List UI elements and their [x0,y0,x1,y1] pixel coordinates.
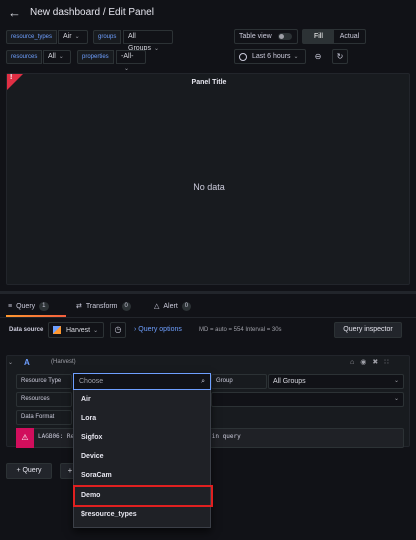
tab-label: Transform [85,302,118,310]
query-letter[interactable]: A [24,358,30,367]
resources-select[interactable]: ⌄ [211,392,404,407]
database-icon: ≡ [8,302,13,310]
pane-splitter[interactable] [0,291,416,294]
no-data-message: No data [193,182,225,192]
tab-alert[interactable]: △ Alert 0 [154,296,192,316]
chevron-down-icon: ⌄ [124,66,130,72]
chevron-down-icon: ⌄ [74,34,80,40]
variable-value: -All- [121,53,134,60]
zoom-out-icon[interactable]: ⊖ [310,49,326,64]
dropdown-option-lora[interactable]: Lora [74,409,210,428]
resource-type-label: Resource Type [16,374,72,389]
tab-query[interactable]: ≡ Query 1 [8,296,49,316]
chevron-down-icon: ⌄ [93,327,99,334]
toggle-switch[interactable] [277,33,292,40]
eye-icon[interactable]: ◉ [360,359,372,366]
dropdown-option-air[interactable]: Air [74,390,210,409]
query-options-toggle[interactable]: › Query options [134,326,182,333]
chevron-down-icon: ⌄ [58,54,64,60]
add-query-button[interactable]: + Query [6,463,52,479]
variable-select-properties[interactable]: -All- ⌄ [116,50,146,72]
chevron-down-icon: ⌄ [153,46,159,52]
warning-icon: ⚠ [16,428,34,448]
search-icon: ⌕ [201,377,205,385]
variable-select-groups[interactable]: All Groups ⌄ [123,30,173,52]
group-select[interactable]: All Groups ⌄ [268,374,404,389]
chevron-down-icon: ⌄ [393,396,399,402]
trash-icon[interactable]: ✖ [372,359,384,366]
data-format-label: Data Format [16,410,72,425]
help-icon[interactable]: ⌂ [350,359,360,366]
dropdown-option-device[interactable]: Device [74,447,210,466]
drag-handle-icon[interactable]: ∷ [384,359,394,366]
variable-select-resource-types[interactable]: Air ⌄ [58,30,88,44]
time-range-picker[interactable]: Last 6 hours ⌄ [234,49,306,64]
page-title: New dashboard / Edit Panel [30,7,154,18]
datasource-select[interactable]: Harvest ⌄ [48,322,104,338]
actual-button[interactable]: Actual [334,30,365,43]
variable-value: All [48,53,56,60]
bell-icon: △ [154,303,160,310]
variable-value: Air [63,33,72,40]
resource-type-search-input[interactable]: Choose ⌕ [73,373,211,390]
tab-transform[interactable]: ⇄ Transform 0 [76,296,131,316]
tab-count-badge: 0 [181,301,192,311]
datasource-name: Harvest [66,326,91,334]
collapse-chevron-icon[interactable]: ⌄ [8,359,13,366]
dropdown-option-resource-types-var[interactable]: $resource_types [74,505,210,524]
variable-label-resources: resources [6,50,43,64]
variable-select-resources[interactable]: All ⌄ [43,50,71,64]
back-arrow-icon[interactable]: ← [8,6,22,20]
search-placeholder: Choose [79,378,104,385]
group-value: All Groups [273,378,306,385]
panel-title[interactable]: Panel Title [7,79,411,86]
highlight-box [73,485,213,507]
resources-label: Resources [16,392,72,407]
fill-button[interactable]: Fill [303,30,334,43]
query-row-actions: ⌂◉✖∷ [350,358,395,366]
tab-count-badge: 1 [39,301,49,311]
query-inspector-button[interactable]: Query inspector [334,322,402,338]
dropdown-option-sigfox[interactable]: Sigfox [74,428,210,447]
clock-icon [239,52,247,61]
query-datasource-hint: (Harvest) [51,359,76,365]
chevron-down-icon: ⌄ [293,54,299,60]
tab-count-badge: 0 [121,301,131,311]
refresh-icon[interactable]: ↻ [332,49,348,64]
variable-label-groups: groups [93,30,122,44]
tab-label: Alert [163,302,178,310]
table-view-toggle[interactable]: Table view [234,29,298,44]
dropdown-option-soracam[interactable]: SoraCam [74,466,210,485]
query-options-label: Query options [138,326,182,333]
table-view-label: Table view [239,33,272,40]
tab-label: Query [16,302,36,310]
datasource-label: Data source [9,327,44,333]
fill-actual-switch: Fill Actual [302,29,366,44]
time-range-label: Last 6 hours [252,53,291,60]
panel-preview: ! Panel Title No data [6,73,410,285]
group-label: Group [211,374,267,389]
variable-label-properties: properties [77,50,114,64]
variable-label-resource-types: resource_types [6,30,58,44]
datasource-settings-icon[interactable]: ◷ [110,322,126,338]
harvest-logo-icon [53,326,61,334]
query-options-meta: MD = auto = 554 Interval = 30s [199,327,282,333]
chevron-down-icon: ⌄ [393,378,399,384]
editor-tabs: ≡ Query 1 ⇄ Transform 0 △ Alert 0 [0,296,416,316]
transform-icon: ⇄ [76,303,82,310]
